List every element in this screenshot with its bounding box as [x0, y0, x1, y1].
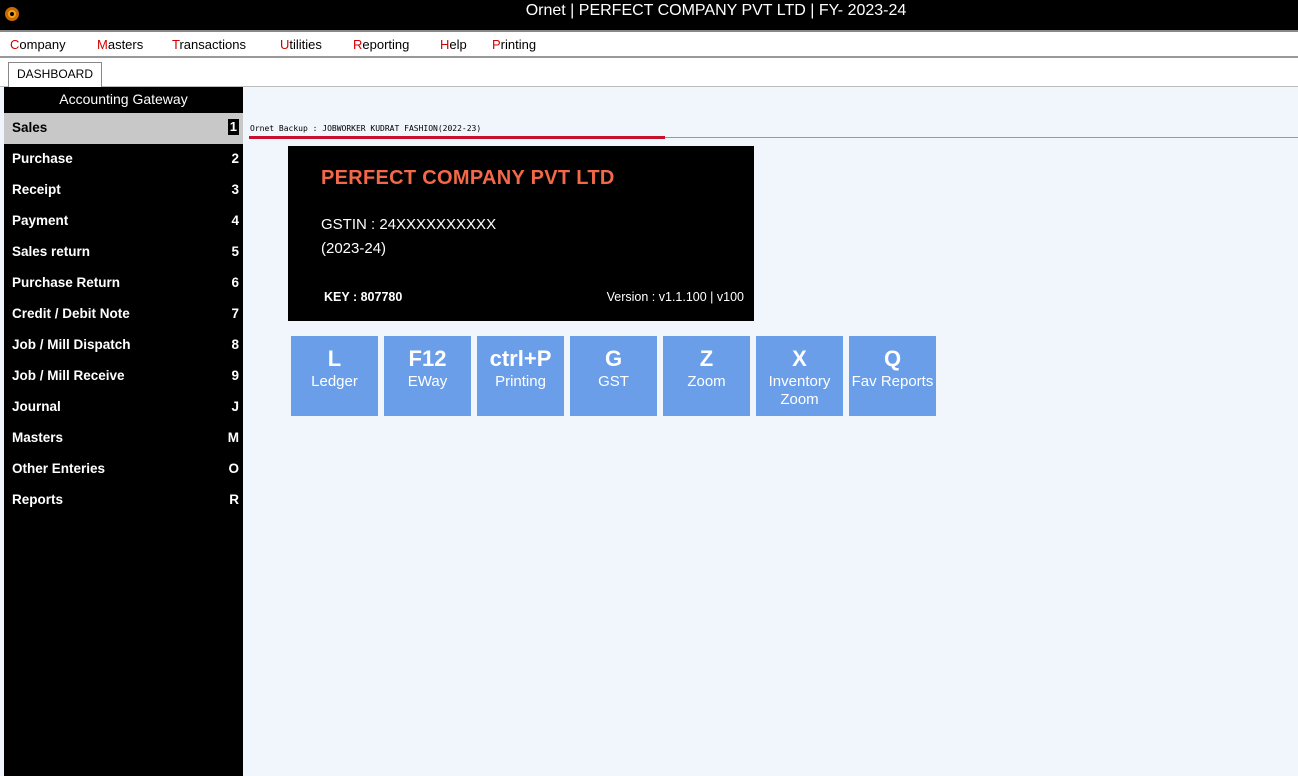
menu-company[interactable]: Company — [10, 37, 66, 52]
tile-label: Fav Reports — [851, 373, 934, 390]
sidebar-item-label: Purchase — [12, 151, 73, 166]
menu-label: eporting — [362, 37, 410, 52]
sidebar-item-other-enteries[interactable]: Other Enteries O — [4, 454, 243, 485]
tile-label: Printing — [495, 373, 546, 390]
financial-year: (2023-24) — [321, 240, 387, 257]
sidebar: Accounting Gateway Sales 1 Purchase 2 Rece… — [4, 87, 243, 776]
sidebar-item-shortcut: 6 — [231, 275, 239, 290]
sidebar-item-reports[interactable]: Reports R — [4, 485, 243, 516]
menu-help[interactable]: Help — [440, 37, 467, 52]
menu-accelerator: P — [492, 37, 501, 52]
sidebar-item-label: Job / Mill Dispatch — [12, 337, 131, 352]
sidebar-item-job-mill-receive[interactable]: Job / Mill Receive 9 — [4, 361, 243, 392]
company-name: PERFECT COMPANY PVT LTD — [321, 167, 615, 189]
menu-masters[interactable]: Masters — [97, 37, 143, 52]
tile-shortcut-key: X — [792, 346, 807, 371]
title-bar: Ornet | PERFECT COMPANY PVT LTD | FY- 20… — [0, 0, 1298, 30]
sidebar-item-label: Other Enteries — [12, 461, 106, 476]
tile-ledger[interactable]: L Ledger — [291, 336, 378, 416]
tile-label: EWay — [407, 373, 448, 390]
menu-label: ransactions — [179, 37, 246, 52]
sidebar-item-label: Sales return — [12, 244, 91, 259]
menu-accelerator: H — [440, 37, 450, 52]
sidebar-item-shortcut: R — [229, 492, 239, 507]
sidebar-item-shortcut: 2 — [231, 151, 239, 166]
sidebar-item-shortcut: 9 — [231, 368, 239, 383]
company-card: PERFECT COMPANY PVT LTD GSTIN : 24XXXXXX… — [288, 146, 754, 321]
tile-shortcut-key: G — [604, 346, 623, 371]
tile-shortcut-key: F12 — [408, 346, 447, 371]
sidebar-item-shortcut: 3 — [231, 182, 239, 197]
window-title: Ornet | PERFECT COMPANY PVT LTD | FY- 20… — [525, 2, 907, 19]
sidebar-item-label: Receipt — [12, 182, 61, 197]
tile-shortcut-key: Z — [699, 346, 714, 371]
menu-bar: Company Masters Transactions Utilities R… — [0, 30, 1298, 58]
tile-eway[interactable]: F12 EWay — [384, 336, 471, 416]
menu-label: asters — [107, 37, 144, 52]
backup-info: Ornet Backup : JOBWORKER KUDRAT FASHION(… — [250, 124, 482, 133]
tile-printing[interactable]: ctrl+P Printing — [477, 336, 564, 416]
sidebar-item-sales-return[interactable]: Sales return 5 — [4, 237, 243, 268]
sidebar-item-shortcut: 7 — [231, 306, 239, 321]
tile-label: Ledger — [311, 373, 358, 390]
sidebar-item-sales[interactable]: Sales 1 — [4, 113, 243, 144]
sidebar-item-shortcut: 4 — [231, 213, 239, 228]
menu-transactions[interactable]: Transactions — [172, 37, 246, 52]
tile-zoom[interactable]: Z Zoom — [663, 336, 750, 416]
tile-label: Inventory Zoom — [768, 373, 831, 408]
sidebar-item-purchase[interactable]: Purchase 2 — [4, 144, 243, 175]
tile-shortcut-key: ctrl+P — [489, 346, 552, 371]
sidebar-item-label: Job / Mill Receive — [12, 368, 125, 383]
license-key: KEY : 807780 — [324, 290, 403, 304]
sidebar-item-journal[interactable]: Journal J — [4, 392, 243, 423]
sidebar-item-purchase-return[interactable]: Purchase Return 6 — [4, 268, 243, 299]
sidebar-item-label: Masters — [12, 430, 64, 445]
sidebar-title: Accounting Gateway — [59, 91, 188, 107]
tab-dashboard[interactable]: DASHBOARD — [8, 62, 102, 87]
version-info: Version : v1.1.100 | v100 — [606, 290, 744, 304]
menu-utilities[interactable]: Utilities — [280, 37, 322, 52]
tile-gst[interactable]: G GST — [570, 336, 657, 416]
sidebar-item-receipt[interactable]: Receipt 3 — [4, 175, 243, 206]
menu-label: ompany — [19, 37, 66, 52]
sidebar-item-label: Payment — [12, 213, 69, 228]
menu-accelerator: U — [280, 37, 290, 52]
menu-label: rinting — [500, 37, 537, 52]
sidebar-item-label: Reports — [12, 492, 64, 507]
sidebar-item-payment[interactable]: Payment 4 — [4, 206, 243, 237]
menu-reporting[interactable]: Reporting — [353, 37, 409, 52]
sidebar-item-shortcut: 8 — [231, 337, 239, 352]
sidebar-item-shortcut: J — [231, 399, 239, 414]
tile-label: GST — [598, 373, 629, 390]
sidebar-item-shortcut: 1 — [227, 119, 239, 135]
tile-shortcut-key: L — [327, 346, 342, 371]
sidebar-item-credit-debit-note[interactable]: Credit / Debit Note 7 — [4, 299, 243, 330]
sidebar-item-job-mill-dispatch[interactable]: Job / Mill Dispatch 8 — [4, 330, 243, 361]
tab-strip: DASHBOARD — [0, 58, 1298, 87]
menu-printing[interactable]: Printing — [492, 37, 536, 52]
sidebar-item-label: Purchase Return — [12, 275, 121, 290]
sidebar-item-shortcut: O — [228, 461, 239, 476]
sidebar-item-shortcut: M — [227, 430, 239, 445]
menu-label: elp — [449, 37, 467, 52]
tile-fav-reports[interactable]: Q Fav Reports — [849, 336, 936, 416]
company-gstin: GSTIN : 24XXXXXXXXXX — [321, 216, 497, 233]
menu-accelerator: M — [97, 37, 108, 52]
sidebar-item-label: Journal — [12, 399, 61, 414]
menu-accelerator: C — [10, 37, 20, 52]
menu-label: tilities — [289, 37, 322, 52]
sidebar-item-label: Credit / Debit Note — [12, 306, 130, 321]
sidebar-item-label: Sales — [12, 120, 48, 135]
tile-label: Zoom — [687, 373, 726, 390]
divider — [665, 137, 1298, 138]
tile-inventory-zoom[interactable]: X Inventory Zoom — [756, 336, 843, 416]
sidebar-item-shortcut: 5 — [231, 244, 239, 259]
tile-shortcut-key: Q — [883, 346, 902, 371]
menu-accelerator: R — [353, 37, 363, 52]
sidebar-item-masters[interactable]: Masters M — [4, 423, 243, 454]
backup-progress-line — [249, 136, 665, 139]
